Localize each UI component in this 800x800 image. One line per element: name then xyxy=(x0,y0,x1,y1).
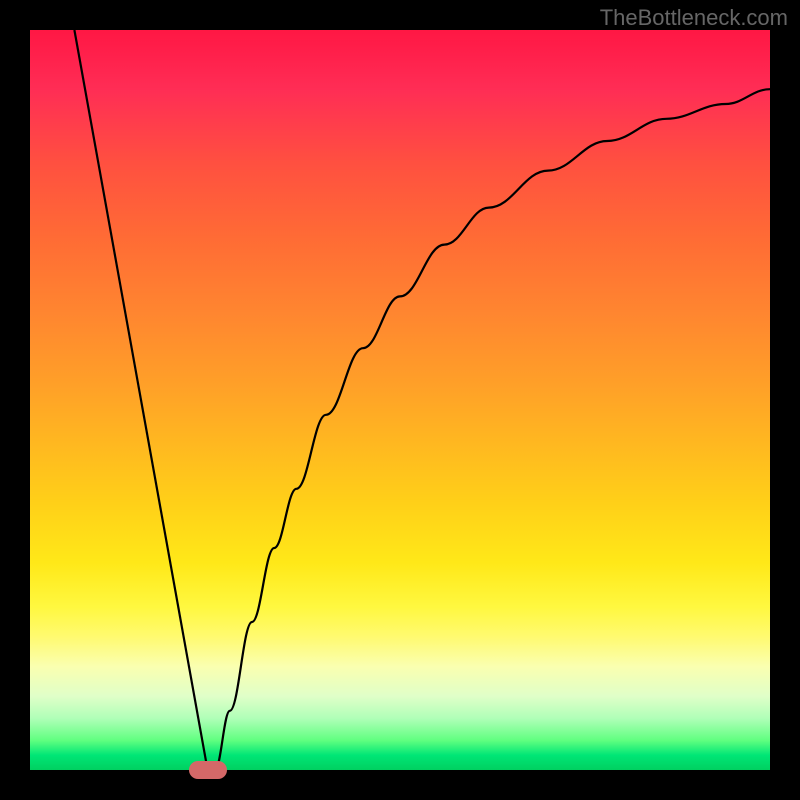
watermark-text: TheBottleneck.com xyxy=(600,5,788,31)
chart-curves xyxy=(30,30,770,770)
minimum-marker xyxy=(189,761,227,779)
left-line-curve xyxy=(74,30,207,770)
right-curve xyxy=(215,89,770,770)
chart-plot-area xyxy=(30,30,770,770)
